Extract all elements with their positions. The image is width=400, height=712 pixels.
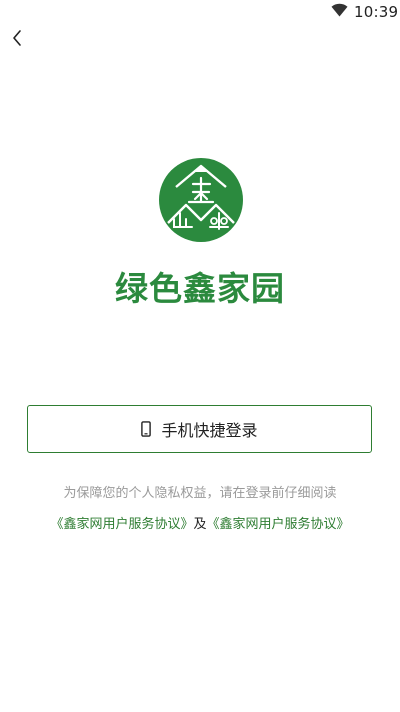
back-button[interactable] <box>6 26 30 50</box>
phone-icon <box>141 421 152 437</box>
login-button-label: 手机快捷登录 <box>161 421 258 440</box>
status-time: 10:39 <box>354 3 399 21</box>
phone-quick-login-button[interactable]: 手机快捷登录 <box>27 405 372 453</box>
agreements-line: 《鑫家网用户服务协议》及《鑫家网用户服务协议》 <box>0 513 400 532</box>
user-agreement-link[interactable]: 《鑫家网用户服务协议》 <box>50 517 193 532</box>
wifi-icon <box>331 3 348 17</box>
green-xin-logo-icon <box>159 158 243 242</box>
brand-name: 绿色鑫家园 <box>115 269 285 308</box>
privacy-notice: 为保障您的个人隐私权益，请在登录前仔细阅读 <box>63 486 337 501</box>
agreements-connector: 及 <box>193 517 207 532</box>
chevron-left-icon <box>13 30 21 46</box>
status-bar: 10:39 <box>0 0 400 24</box>
service-agreement-link[interactable]: 《鑫家网用户服务协议》 <box>207 517 350 532</box>
